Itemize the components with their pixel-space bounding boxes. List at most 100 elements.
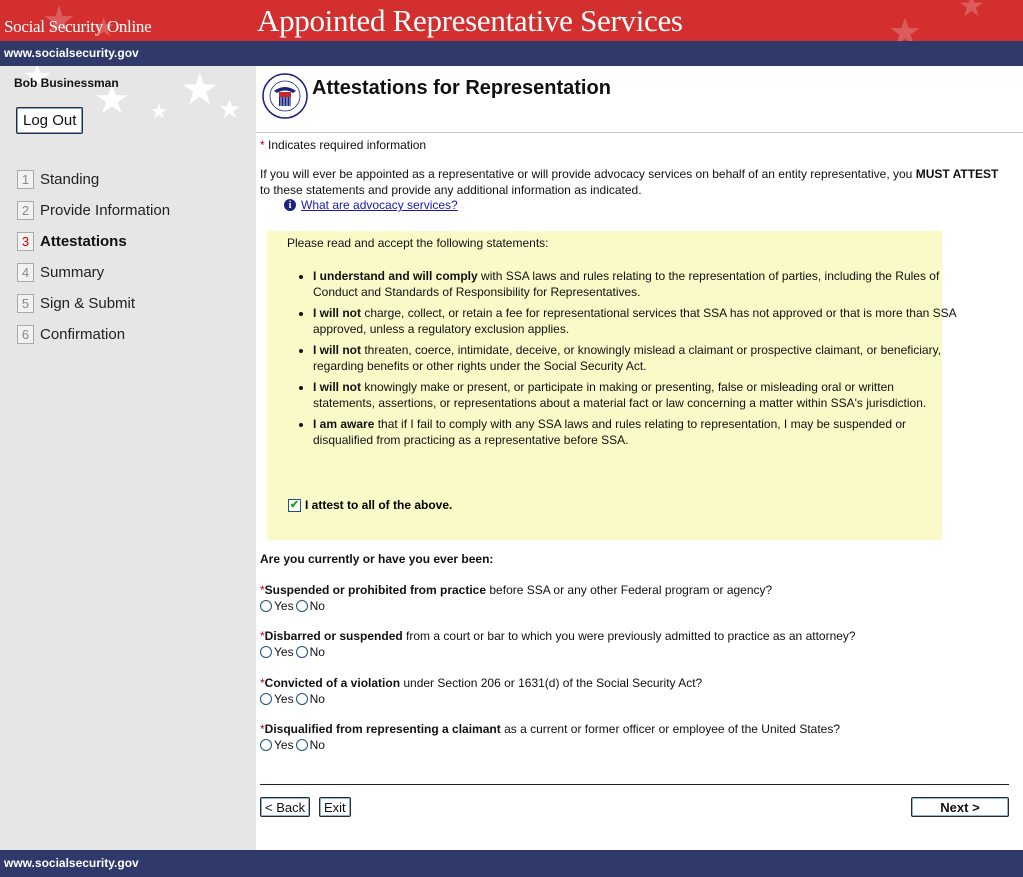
statement-item: I am aware that if I fail to comply with… (313, 416, 957, 448)
step-confirmation: 6 Confirmation (17, 319, 170, 350)
step-sign-submit: 5 Sign & Submit (17, 288, 170, 319)
question-text: *Disbarred or suspended from a court or … (260, 628, 856, 644)
yes-radio[interactable] (260, 739, 272, 751)
statement-item: I will not knowingly make or present, or… (313, 379, 957, 411)
no-radio[interactable] (295, 600, 308, 612)
star-decoration-icon: ★ (218, 94, 242, 124)
radio-group: Yes No (260, 644, 856, 660)
question-bold: Disbarred or suspended (264, 629, 403, 643)
info-icon[interactable]: i (284, 199, 296, 211)
step-number: 4 (17, 263, 34, 282)
step-label: Standing (40, 171, 100, 188)
required-note-text: Indicates required information (268, 138, 427, 152)
no-label[interactable]: No (310, 598, 325, 614)
question-bold: Disqualified from representing a claiman… (264, 722, 501, 736)
statement-item: I will not charge, collect, or retain a … (313, 305, 957, 337)
divider (260, 784, 1009, 785)
intro-emphasis: MUST ATTEST (915, 167, 999, 181)
attest-checkbox[interactable]: ✔ (288, 498, 301, 512)
logout-button[interactable]: Log Out (16, 107, 84, 134)
yes-radio[interactable] (260, 646, 272, 658)
yes-radio[interactable] (260, 600, 272, 612)
help-link-row: i What are advocacy services? (284, 198, 458, 212)
header-banner: ★ ★ ★ ★ Social Security Online Appointed… (0, 0, 1023, 41)
question-detail: under Section 206 or 1631(d) of the Soci… (400, 676, 703, 690)
radio-group: Yes No (260, 598, 772, 614)
star-decoration-icon: ★ (180, 66, 220, 114)
step-number: 2 (17, 201, 34, 220)
attest-checkbox-row[interactable]: ✔ I attest to all of the above. (288, 498, 452, 512)
statement-bold: I will not (313, 306, 361, 320)
attest-label[interactable]: I attest to all of the above. (305, 498, 452, 512)
no-label[interactable]: No (310, 644, 325, 660)
intro-text-start: If you will ever be appointed as a repre… (260, 167, 916, 181)
yes-option[interactable]: Yes (260, 644, 294, 660)
step-standing: 1 Standing (17, 164, 170, 195)
yes-radio[interactable] (260, 693, 272, 705)
no-radio[interactable] (295, 693, 308, 705)
question-bold: Convicted of a violation (264, 676, 401, 690)
yes-label[interactable]: Yes (274, 691, 294, 707)
statement-bold: I understand and will comply (313, 269, 478, 283)
statement-text: knowingly make or present, or participat… (313, 380, 927, 410)
attestation-lead: Please read and accept the following sta… (287, 236, 549, 250)
statement-list: I understand and will comply with SSA la… (285, 268, 957, 453)
statement-item: I understand and will comply with SSA la… (313, 268, 957, 300)
radio-group: Yes No (260, 691, 702, 707)
statement-item: I will not threaten, coerce, intimidate,… (313, 342, 957, 374)
footer-url[interactable]: www.socialsecurity.gov (4, 856, 139, 870)
required-marker: * (260, 138, 265, 152)
user-name: Bob Businessman (14, 76, 119, 90)
no-option[interactable]: No (295, 737, 325, 753)
site-brand[interactable]: Social Security Online (4, 17, 152, 37)
yes-option[interactable]: Yes (260, 737, 294, 753)
no-radio[interactable] (295, 739, 308, 751)
step-label: Sign & Submit (40, 295, 136, 312)
advocacy-services-link[interactable]: What are advocacy services? (301, 198, 458, 212)
next-button[interactable]: Next > (911, 797, 1009, 817)
back-button[interactable]: < Back (260, 797, 311, 817)
step-summary: 4 Summary (17, 257, 170, 288)
questions-heading: Are you currently or have you ever been: (260, 552, 494, 566)
step-label: Attestations (40, 233, 127, 250)
step-number: 6 (17, 325, 34, 344)
intro-text: If you will ever be appointed as a repre… (260, 166, 1010, 198)
question-detail: before SSA or any other Federal program … (486, 583, 773, 597)
no-option[interactable]: No (295, 691, 325, 707)
question-suspended: *Suspended or prohibited from practice b… (260, 582, 772, 614)
yes-label[interactable]: Yes (274, 598, 294, 614)
no-option[interactable]: No (295, 598, 325, 614)
star-decoration-icon: ★ (958, 0, 985, 23)
no-label[interactable]: No (310, 691, 325, 707)
statement-text: threaten, coerce, intimidate, deceive, o… (313, 343, 942, 373)
yes-label[interactable]: Yes (274, 644, 294, 660)
yes-label[interactable]: Yes (274, 737, 294, 753)
ssa-seal-icon (262, 73, 308, 119)
question-bold: Suspended or prohibited from practice (264, 583, 487, 597)
no-option[interactable]: No (295, 644, 325, 660)
step-provide-information: 2 Provide Information (17, 195, 170, 226)
sidebar: ★ ★ ★ ★ ★ Bob Businessman Log Out 1 Stan… (0, 66, 256, 850)
site-url[interactable]: www.socialsecurity.gov (4, 46, 139, 60)
step-label: Summary (40, 264, 105, 281)
step-label: Provide Information (40, 202, 171, 219)
step-number: 1 (17, 170, 34, 189)
page-title: Attestations for Representation (312, 77, 611, 99)
footer-bar: www.socialsecurity.gov (0, 850, 1023, 877)
statement-text: that if I fail to comply with any SSA la… (313, 417, 906, 447)
no-radio[interactable] (295, 646, 308, 658)
question-convicted: *Convicted of a violation under Section … (260, 675, 702, 707)
statement-bold: I am aware (313, 417, 375, 431)
page-header: Attestations for Representation (256, 66, 1023, 133)
statement-bold: I will not (313, 343, 361, 357)
yes-option[interactable]: Yes (260, 598, 294, 614)
question-text: *Suspended or prohibited from practice b… (260, 582, 772, 598)
star-decoration-icon: ★ (888, 12, 923, 41)
star-decoration-icon: ★ (150, 101, 168, 123)
no-label[interactable]: No (310, 737, 325, 753)
yes-option[interactable]: Yes (260, 691, 294, 707)
exit-button[interactable]: Exit (319, 797, 351, 817)
question-text: *Convicted of a violation under Section … (260, 675, 702, 691)
url-bar: www.socialsecurity.gov (0, 41, 1023, 66)
step-attestations: 3 Attestations (17, 226, 170, 257)
